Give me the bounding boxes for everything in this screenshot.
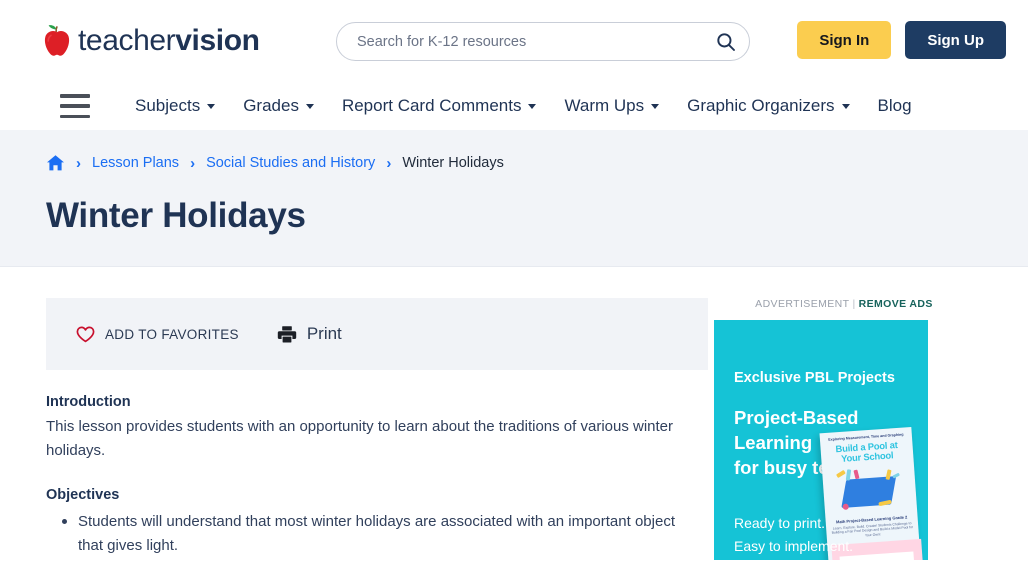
page-title: Winter Holidays xyxy=(46,196,1028,236)
heart-icon xyxy=(76,326,95,343)
sign-in-button[interactable]: Sign In xyxy=(797,21,891,59)
booklet-title: Build a Pool at Your School xyxy=(824,440,909,466)
page-main: ADD TO FAVORITES Print Introduction This… xyxy=(0,267,1028,560)
advertisement-banner[interactable]: Exclusive PBL Projects Project-Based Lea… xyxy=(714,320,928,560)
booklet-illustration xyxy=(834,465,905,514)
introduction-heading: Introduction xyxy=(46,394,700,410)
nav-item-label: Report Card Comments xyxy=(342,96,522,116)
nav-item-label: Grades xyxy=(243,96,299,116)
site-logo[interactable]: teachervision xyxy=(42,17,260,65)
chevron-down-icon xyxy=(651,104,659,109)
breadcrumb-item-winter-holidays: Winter Holidays xyxy=(402,155,504,171)
print-button[interactable]: Print xyxy=(277,324,342,344)
ad-subtext-line-1: Ready to print. xyxy=(734,512,853,535)
objectives-list: Students will understand that most winte… xyxy=(46,510,700,559)
logo-word-teacher: teacher xyxy=(78,24,175,57)
search-button[interactable] xyxy=(703,23,749,60)
nav-item-label: Warm Ups xyxy=(564,96,644,116)
hamburger-line xyxy=(60,94,90,98)
ad-kicker-text: Exclusive PBL Projects xyxy=(734,370,895,386)
site-logo-text: teachervision xyxy=(78,24,260,58)
advertisement-label: ADVERTISEMENT| REMOVE ADS xyxy=(708,298,1028,320)
auth-buttons: Sign In Sign Up xyxy=(797,21,1006,59)
search-icon xyxy=(716,32,736,52)
objectives-heading: Objectives xyxy=(46,487,700,503)
hamburger-line xyxy=(60,104,90,108)
list-item: Students will understand that most winte… xyxy=(46,510,700,559)
nav-item-label: Graphic Organizers xyxy=(687,96,834,116)
main-navigation: Subjects Grades Report Card Comments War… xyxy=(0,82,1028,130)
ad-headline-line-1: Project-Based xyxy=(734,405,888,430)
breadcrumb: › Lesson Plans › Social Studies and Hist… xyxy=(46,152,1028,174)
nav-item-report-card-comments[interactable]: Report Card Comments xyxy=(328,96,551,116)
nav-item-grades[interactable]: Grades xyxy=(229,96,328,116)
ad-subtext: Ready to print. Easy to implement. xyxy=(734,512,853,557)
chevron-down-icon xyxy=(306,104,314,109)
article-column: ADD TO FAVORITES Print Introduction This… xyxy=(0,267,708,560)
logo-word-vision: vision xyxy=(175,24,259,57)
printer-icon xyxy=(277,325,297,344)
art-chip xyxy=(842,503,848,509)
article-body: Introduction This lesson provides studen… xyxy=(46,370,708,558)
breadcrumb-separator: › xyxy=(386,155,391,172)
site-header: teachervision Sign In Sign Up xyxy=(0,0,1028,82)
art-chip xyxy=(853,469,859,479)
breadcrumb-separator: › xyxy=(190,155,195,172)
nav-item-graphic-organizers[interactable]: Graphic Organizers xyxy=(673,96,863,116)
chevron-down-icon xyxy=(207,104,215,109)
ad-subtext-line-2: Easy to implement. xyxy=(734,535,853,558)
nav-item-blog[interactable]: Blog xyxy=(864,96,926,116)
hamburger-line xyxy=(60,115,90,119)
add-to-favorites-label: ADD TO FAVORITES xyxy=(105,327,239,342)
breadcrumb-item-lesson-plans[interactable]: Lesson Plans xyxy=(92,155,179,171)
nav-item-subjects[interactable]: Subjects xyxy=(121,96,229,116)
breadcrumb-home-link[interactable] xyxy=(46,154,65,172)
nav-item-label: Subjects xyxy=(135,96,200,116)
page-hero: › Lesson Plans › Social Studies and Hist… xyxy=(0,130,1028,267)
nav-item-warm-ups[interactable]: Warm Ups xyxy=(550,96,673,116)
hamburger-menu-icon[interactable] xyxy=(60,94,90,118)
search-bar[interactable] xyxy=(336,22,750,61)
art-chip xyxy=(892,472,900,478)
apple-logo-icon xyxy=(42,24,72,58)
nav-item-label: Blog xyxy=(878,96,912,116)
sign-up-button[interactable]: Sign Up xyxy=(905,21,1006,59)
print-label: Print xyxy=(307,324,342,344)
art-chip xyxy=(836,470,846,478)
breadcrumb-item-social-studies-and-history[interactable]: Social Studies and History xyxy=(206,155,375,171)
label-separator: | xyxy=(852,298,855,310)
add-to-favorites-button[interactable]: ADD TO FAVORITES xyxy=(76,326,239,343)
introduction-text: This lesson provides students with an op… xyxy=(46,415,700,464)
home-icon xyxy=(46,154,65,172)
search-input[interactable] xyxy=(337,34,703,50)
breadcrumb-separator: › xyxy=(76,155,81,172)
advertisement-text: ADVERTISEMENT xyxy=(755,298,849,310)
article-action-bar: ADD TO FAVORITES Print xyxy=(46,298,708,370)
remove-ads-link[interactable]: REMOVE ADS xyxy=(859,298,933,310)
chevron-down-icon xyxy=(528,104,536,109)
sidebar-ad-column: ADVERTISEMENT| REMOVE ADS Exclusive PBL P… xyxy=(708,267,1028,560)
chevron-down-icon xyxy=(842,104,850,109)
